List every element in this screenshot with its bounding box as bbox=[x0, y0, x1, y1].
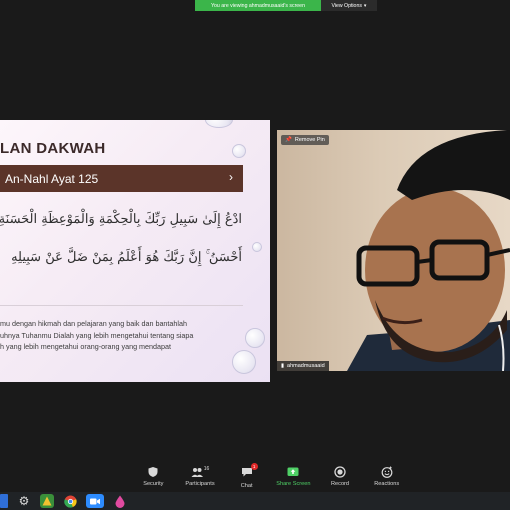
reactions-button[interactable]: Reactions bbox=[363, 466, 410, 492]
share-screen-icon bbox=[287, 467, 299, 476]
chevron-down-icon: ▾ bbox=[363, 2, 367, 9]
decorative-bubble bbox=[245, 328, 265, 348]
chat-label: Chat bbox=[240, 483, 253, 489]
slide-band-title: An-Nahl Ayat 125 bbox=[5, 171, 99, 186]
participant-name-tag: ▮ ahmadmusaaid bbox=[277, 361, 329, 371]
decorative-bubble bbox=[205, 120, 233, 128]
slide-band: An-Nahl Ayat 125 › bbox=[0, 165, 243, 192]
taskbar-app-green-icon[interactable] bbox=[40, 494, 54, 508]
record-label: Record bbox=[331, 481, 350, 487]
smiley-icon bbox=[381, 466, 393, 478]
zoom-icon[interactable] bbox=[86, 494, 104, 508]
slide-title: LAN DAKWAH bbox=[0, 140, 106, 157]
security-label: Security bbox=[143, 481, 164, 487]
arabic-verse-line-2: أَحْسَنُ ۚ إِنَّ رَبَّكَ هُوَ أَعْلَمُ ب… bbox=[11, 250, 242, 265]
decorative-bubble bbox=[232, 144, 246, 158]
windows-taskbar: ⚙ bbox=[0, 492, 510, 510]
taskbar-app-blue-icon[interactable] bbox=[0, 494, 8, 508]
reactions-label: Reactions bbox=[374, 481, 400, 487]
meeting-toolbar: Security 16 Participants 1 Chat Share Sc… bbox=[130, 463, 410, 492]
shared-screen-slide: LAN DAKWAH An-Nahl Ayat 125 › ادْعُ إِلَ… bbox=[0, 120, 270, 382]
signal-icon: ▮ bbox=[281, 363, 285, 369]
record-button[interactable]: Record bbox=[317, 466, 364, 492]
share-screen-button[interactable]: Share Screen bbox=[270, 466, 317, 492]
divider bbox=[0, 305, 243, 306]
translation-line: h yang lebih mengetahui orang-orang yang… bbox=[0, 342, 172, 351]
participants-label: Participants bbox=[185, 481, 215, 487]
chrome-icon[interactable] bbox=[63, 494, 77, 508]
share-screen-label: Share Screen bbox=[276, 481, 311, 487]
chevron-right-icon: › bbox=[229, 170, 233, 184]
participant-name: ahmadmusaaid bbox=[287, 363, 325, 369]
translation-line: mu dengan hikmah dan pelajaran yang baik… bbox=[0, 319, 188, 328]
gear-icon[interactable]: ⚙ bbox=[17, 494, 31, 508]
participants-count: 16 bbox=[203, 466, 210, 472]
decorative-bubble bbox=[232, 350, 256, 374]
zoom-meeting-window: You are viewing ahmadmusaaid's screen Vi… bbox=[0, 0, 510, 510]
translation-text: mu dengan hikmah dan pelajaran yang baik… bbox=[0, 318, 240, 353]
shield-icon bbox=[148, 467, 158, 477]
decorative-bubble bbox=[252, 242, 262, 252]
participant-video[interactable]: 📌 Remove Pin ▮ ahmadmusaaid bbox=[277, 130, 510, 371]
view-options-button[interactable]: View Options ▾ bbox=[321, 0, 377, 11]
translation-line: uhnya Tuhanmu Dialah yang lebih mengetah… bbox=[0, 330, 194, 340]
security-button[interactable]: Security bbox=[130, 466, 177, 492]
remove-pin-label: Remove Pin bbox=[294, 137, 325, 143]
share-banner: You are viewing ahmadmusaaid's screen Vi… bbox=[195, 0, 377, 11]
chat-badge: 1 bbox=[250, 463, 258, 470]
pin-icon: 📌 bbox=[285, 137, 292, 143]
record-icon bbox=[334, 466, 346, 478]
view-options-label: View Options bbox=[331, 2, 362, 9]
participants-icon bbox=[191, 468, 203, 477]
taskbar-app-droplet-icon[interactable] bbox=[113, 494, 127, 508]
participant-figure bbox=[347, 130, 510, 371]
arabic-verse-line-1: ادْعُ إِلَىٰ سَبِيلِ رَبِّكَ بِالْحِكْمَ… bbox=[0, 212, 242, 227]
participants-button[interactable]: 16 Participants bbox=[177, 466, 224, 492]
remove-pin-button[interactable]: 📌 Remove Pin bbox=[281, 135, 329, 145]
chat-button[interactable]: 1 Chat bbox=[223, 463, 270, 492]
viewing-screen-notice: You are viewing ahmadmusaaid's screen bbox=[195, 0, 321, 11]
